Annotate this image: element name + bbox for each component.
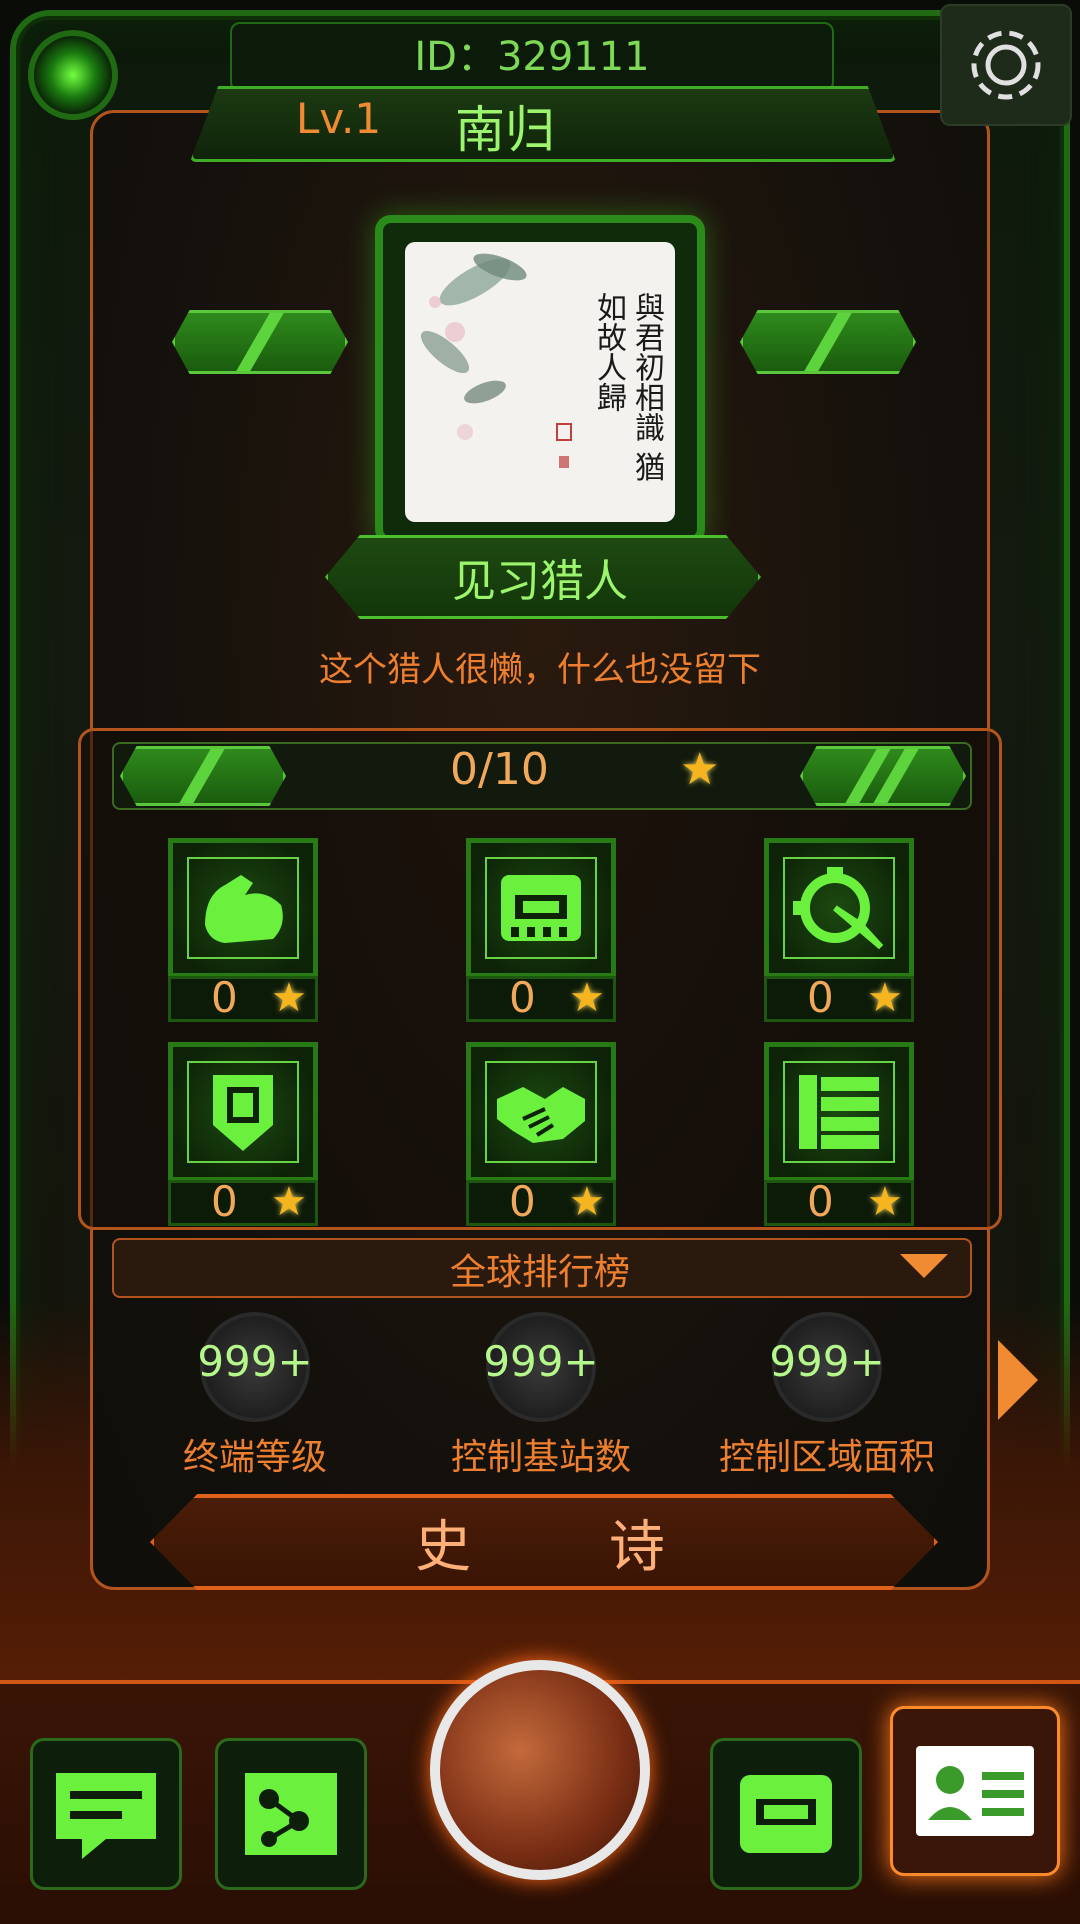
leaderboard-label: 全球排行榜 bbox=[449, 1252, 630, 1293]
skill-strength[interactable] bbox=[168, 838, 318, 978]
skill-shield-footer: 0 ★ bbox=[168, 1177, 318, 1226]
chevron-down-icon bbox=[900, 1254, 948, 1278]
skill-strength-footer: 0 ★ bbox=[168, 973, 318, 1022]
settings-button[interactable] bbox=[940, 4, 1072, 126]
skill-network[interactable] bbox=[764, 1042, 914, 1182]
network-icon bbox=[799, 1075, 879, 1149]
skill-handshake-footer: 0 ★ bbox=[466, 1177, 616, 1226]
star-bar-right-button[interactable] bbox=[800, 746, 966, 806]
next-page-icon[interactable] bbox=[998, 1340, 1038, 1420]
stat-area-label: 控制区域面积 bbox=[718, 1437, 935, 1478]
strength-icon bbox=[205, 875, 283, 943]
star-icon: ★ bbox=[867, 975, 903, 1021]
terminal-button[interactable] bbox=[710, 1738, 862, 1890]
target-icon bbox=[793, 867, 884, 950]
avatar-poem: 與君初相識 猶如故人歸 bbox=[591, 292, 664, 482]
skill-strength-value: 0 bbox=[211, 973, 238, 1022]
star-icon: ★ bbox=[867, 1179, 903, 1225]
skill-target-value: 0 bbox=[807, 973, 834, 1022]
avatar[interactable]: 與君初相識 猶如故人歸 bbox=[405, 242, 675, 522]
skill-network-value: 0 bbox=[807, 1177, 834, 1226]
prev-avatar-button[interactable] bbox=[172, 310, 348, 374]
star-bar-left-button[interactable] bbox=[120, 746, 286, 806]
skill-target-footer: 0 ★ bbox=[764, 973, 914, 1022]
skill-chip[interactable] bbox=[466, 838, 616, 978]
star-icon: ★ bbox=[680, 744, 720, 795]
star-icon: ★ bbox=[271, 975, 307, 1021]
share-icon bbox=[245, 1773, 337, 1855]
status-orb-icon bbox=[28, 30, 118, 120]
chat-icon bbox=[56, 1773, 156, 1859]
gear-icon bbox=[971, 30, 1041, 100]
skill-handshake-value: 0 bbox=[509, 1177, 536, 1226]
skill-shield-value: 0 bbox=[211, 1177, 238, 1226]
stat-terminal-level-label: 终端等级 bbox=[182, 1437, 327, 1478]
id-card-icon bbox=[916, 1746, 1034, 1836]
profile-button[interactable] bbox=[890, 1706, 1060, 1876]
star-icon: ★ bbox=[271, 1179, 307, 1225]
stat-stations-label: 控制基站数 bbox=[450, 1437, 631, 1478]
world-globe-button[interactable] bbox=[430, 1660, 650, 1880]
handshake-icon bbox=[497, 1087, 585, 1143]
star-count: 0/10 bbox=[450, 744, 549, 795]
skill-handshake[interactable] bbox=[466, 1042, 616, 1182]
player-level: Lv.1 bbox=[296, 94, 382, 143]
player-id: ID：329111 bbox=[230, 22, 834, 92]
skill-target[interactable] bbox=[764, 838, 914, 978]
chip-icon bbox=[501, 875, 581, 941]
skill-chip-value: 0 bbox=[509, 973, 536, 1022]
next-avatar-button[interactable] bbox=[740, 310, 916, 374]
star-icon: ★ bbox=[569, 1179, 605, 1225]
stat-terminal-level-value: 999+ bbox=[197, 1337, 313, 1386]
share-button[interactable] bbox=[215, 1738, 367, 1890]
signature-text[interactable]: 这个猎人很懒，什么也没留下 bbox=[0, 642, 1080, 691]
skill-shield[interactable] bbox=[168, 1042, 318, 1182]
chip-icon bbox=[740, 1775, 832, 1853]
epic-label: 史 诗 bbox=[415, 1515, 725, 1580]
star-icon: ★ bbox=[569, 975, 605, 1021]
player-name: 南归 bbox=[455, 101, 555, 159]
rank-title: 见习猎人 bbox=[452, 556, 628, 607]
stat-area-value: 999+ bbox=[769, 1337, 885, 1386]
skill-chip-footer: 0 ★ bbox=[466, 973, 616, 1022]
shield-icon bbox=[213, 1075, 273, 1151]
chat-button[interactable] bbox=[30, 1738, 182, 1890]
skill-network-footer: 0 ★ bbox=[764, 1177, 914, 1226]
stat-stations-value: 999+ bbox=[483, 1337, 599, 1386]
